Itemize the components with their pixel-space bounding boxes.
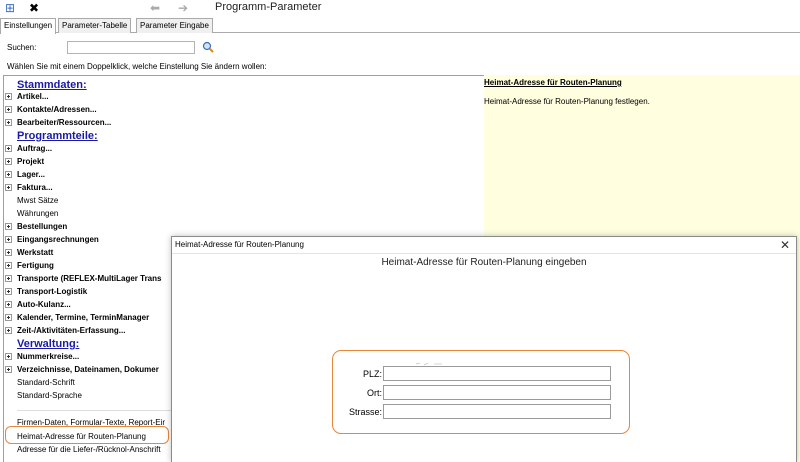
expand-icon[interactable]	[5, 119, 12, 126]
tree-item-label: Zeit-/Aktivitäten-Erfassung...	[17, 326, 126, 335]
tree-item-label: Verzeichnisse, Dateinamen, Dokumer	[17, 365, 159, 374]
window-title: Programm-Parameter	[215, 1, 322, 13]
tree-item-label: Projekt	[17, 157, 45, 166]
tree-item-label: Lager...	[17, 170, 46, 179]
expand-icon[interactable]	[5, 223, 12, 230]
expand-icon[interactable]	[5, 327, 12, 334]
tab-parameter-tabelle[interactable]: Parameter-Tabelle	[58, 18, 132, 33]
tree-item-label: Adresse für die Liefer-/Rücknol-Anschrif…	[17, 445, 161, 454]
ort-label: Ort:	[367, 388, 382, 398]
tree-item-label: Transporte (REFLEX-MultiLager Trans	[17, 274, 162, 283]
tree-item-label: Nummerkreise...	[17, 352, 80, 361]
address-dialog: Heimat-Adresse für Routen-Planung ✕ Heim…	[171, 236, 797, 462]
expand-icon[interactable]	[5, 262, 12, 269]
tree-item-label: Auftrag...	[17, 144, 53, 153]
strasse-input[interactable]	[383, 404, 611, 419]
tab-parameter-eingabe[interactable]: Parameter Eingabe	[136, 18, 213, 33]
arrow-left-icon[interactable]: ⬅	[147, 0, 163, 16]
instruction-text: Wählen Sie mit einem Doppelklick, welche…	[7, 62, 267, 71]
tab-bar: Einstellungen Parameter-Tabelle Paramete…	[0, 17, 800, 34]
app-titlebar: ⊞ ✖ ⬅ ➔ Programm-Parameter	[0, 0, 800, 16]
tree-item-label: Auto-Kulanz...	[17, 300, 71, 309]
expand-icon[interactable]	[5, 106, 12, 113]
expand-icon[interactable]	[5, 301, 12, 308]
dialog-heading: Heimat-Adresse für Routen-Planung eingeb…	[381, 257, 587, 268]
tree-item-label: Eingangsrechnungen	[17, 235, 99, 244]
dialog-titlebar: Heimat-Adresse für Routen-Planung ✕	[172, 237, 796, 254]
plz-label: PLZ:	[362, 369, 382, 379]
expand-icon[interactable]	[5, 366, 12, 373]
tree-divider	[17, 410, 177, 411]
tree-item-label: Werkstatt	[17, 248, 54, 257]
arrow-right-icon[interactable]: ➔	[175, 0, 191, 16]
info-description: Heimat-Adresse für Routen-Planung festle…	[484, 97, 650, 106]
expand-icon[interactable]	[5, 158, 12, 165]
selection-highlight	[5, 426, 169, 444]
search-icon[interactable]	[202, 41, 214, 53]
tree-section-verwaltung: Verwaltung:	[17, 338, 80, 350]
tree-item-label: Standard-Sprache	[17, 391, 82, 400]
expand-icon[interactable]	[5, 275, 12, 282]
search-label: Suchen:	[7, 43, 37, 52]
expand-icon[interactable]	[5, 236, 12, 243]
tab-einstellungen[interactable]: Einstellungen	[0, 18, 57, 34]
expand-icon[interactable]	[5, 145, 12, 152]
tree-item-label: Faktura...	[17, 183, 53, 192]
search-input[interactable]	[67, 41, 195, 54]
expand-icon[interactable]	[5, 184, 12, 191]
dialog-title: Heimat-Adresse für Routen-Planung	[175, 240, 304, 249]
tree-item-label: Transport-Logistik	[17, 287, 88, 296]
expand-icon[interactable]	[5, 314, 12, 321]
tree-section-programmteile: Programmteile:	[17, 130, 98, 142]
close-icon[interactable]: ✕	[780, 237, 790, 253]
expand-icon[interactable]	[5, 93, 12, 100]
plz-input[interactable]	[383, 366, 611, 381]
tree-item-label: Bestellungen	[17, 222, 68, 231]
strasse-label: Strasse:	[348, 407, 382, 417]
ort-input[interactable]	[383, 385, 611, 400]
close-x-icon[interactable]: ✖	[26, 0, 42, 16]
info-title: Heimat-Adresse für Routen-Planung	[484, 78, 622, 87]
tree-item-label: Mwst Sätze	[17, 196, 59, 205]
grid-icon[interactable]: ⊞	[2, 0, 18, 16]
tree-item-label: Standard-Schrift	[17, 378, 75, 387]
tree-item-label: Währungen	[17, 209, 59, 218]
tree-item-label: Bearbeiter/Ressourcen...	[17, 118, 112, 127]
expand-icon[interactable]	[5, 171, 12, 178]
tree-item-label: Kalender, Termine, TerminManager	[17, 313, 150, 322]
expand-icon[interactable]	[5, 288, 12, 295]
tree-item-label: Fertigung	[17, 261, 54, 270]
expand-icon[interactable]	[5, 249, 12, 256]
tree-item-label: Artikel...	[17, 92, 49, 101]
expand-icon[interactable]	[5, 353, 12, 360]
tree-item-label: Kontakte/Adressen...	[17, 105, 97, 114]
